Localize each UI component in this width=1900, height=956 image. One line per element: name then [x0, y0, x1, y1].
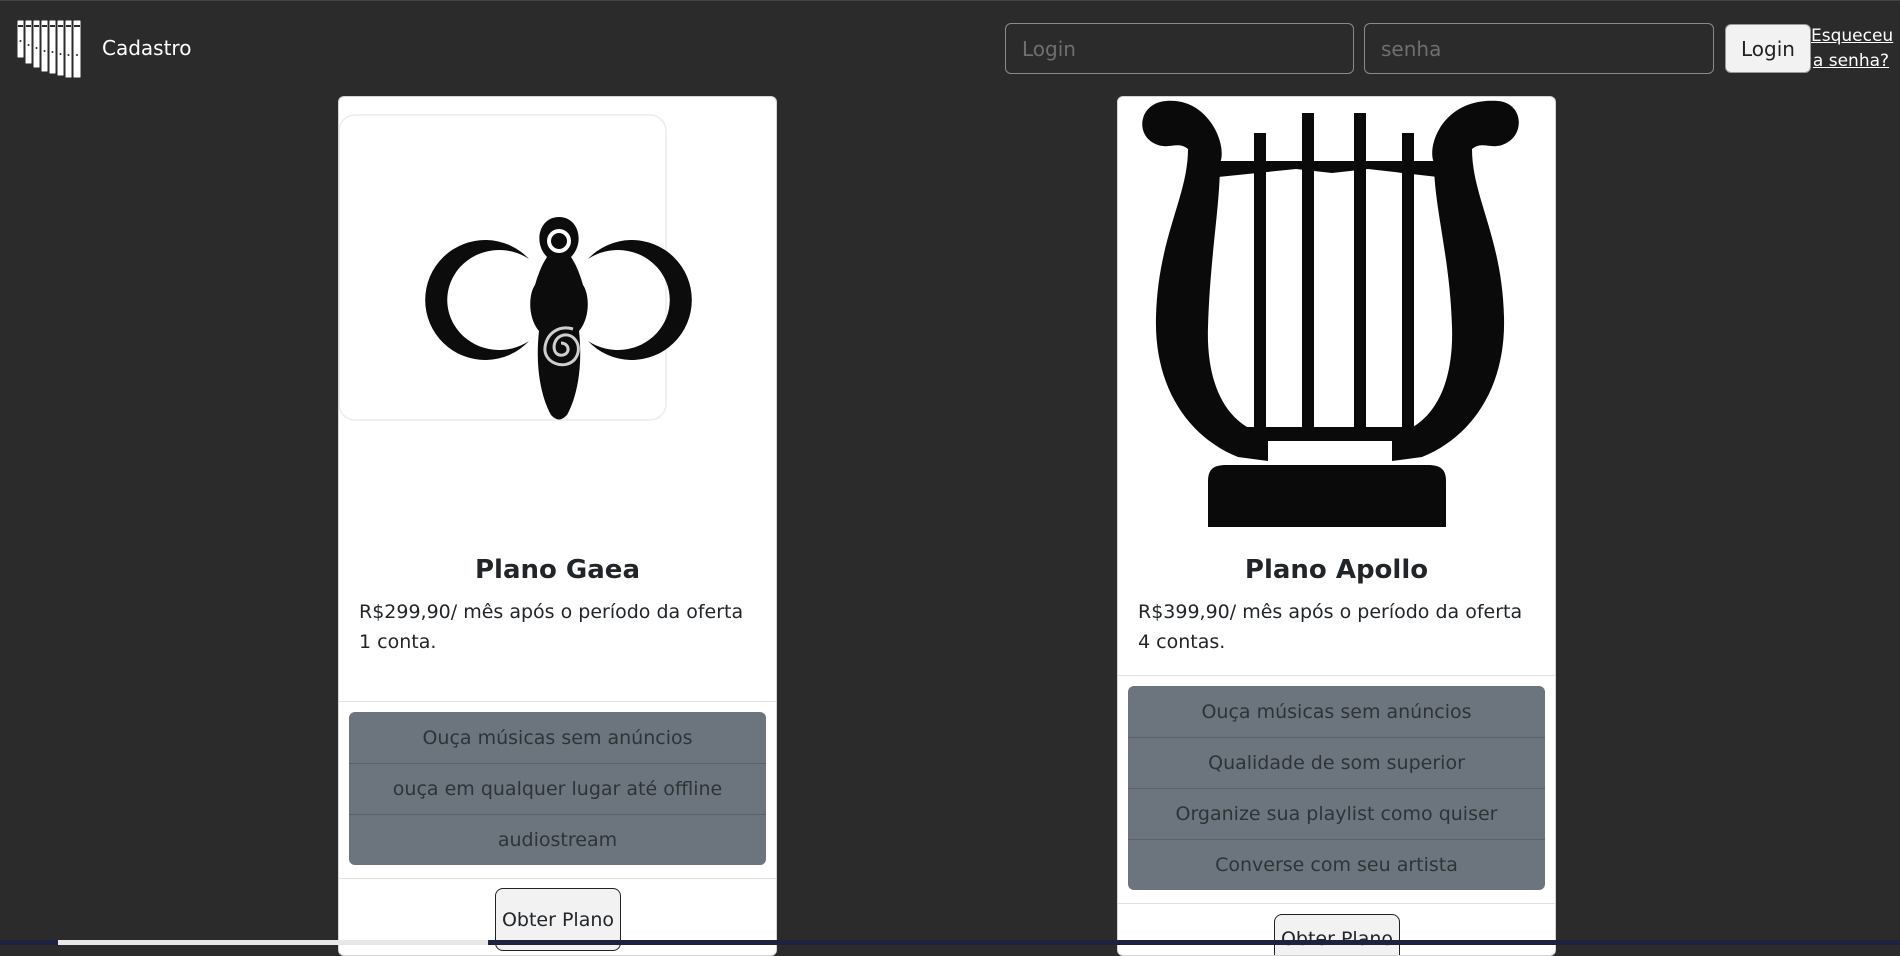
plan-card-gaea: Plano Gaea R$299,90/ mês após o período … [338, 96, 777, 956]
feature-item: Qualidade de som superior [1128, 737, 1545, 788]
login-input[interactable] [1005, 23, 1354, 74]
feature-item: Ouça músicas sem anúncios [1201, 700, 1472, 723]
card-divider [1118, 903, 1555, 904]
obter-plano-button-apollo[interactable]: Obter Plano [1274, 914, 1400, 955]
card-divider [339, 878, 776, 879]
feature-list: Ouça músicas sem anúncios Qualidade de s… [1128, 686, 1545, 890]
feature-item: audiostream [349, 814, 766, 865]
brand-link-cadastro[interactable]: Cadastro [102, 36, 191, 60]
feature-list: Ouça músicas sem anúncios ouça em qualqu… [349, 712, 766, 865]
card-divider [1118, 675, 1555, 676]
navbar: Cadastro Login Esqueceu a senha? [0, 0, 1900, 96]
feature-item: Converse com seu artista [1128, 839, 1545, 890]
plan-title: Plano Gaea [474, 555, 640, 585]
goddess-moon-icon [339, 114, 692, 421]
kalimba-logo-icon[interactable] [16, 19, 84, 79]
feature-item: Organize sua playlist como quiser [1128, 788, 1545, 839]
plan-description: R$299,90/ mês após o período da oferta 1… [359, 601, 744, 653]
taskbar-strip [0, 940, 1900, 945]
plan-title: Plano Apollo [1244, 555, 1429, 585]
feature-item: Ouça músicas sem anúncios [422, 726, 693, 749]
forgot-password-link[interactable]: Esqueceu a senha? [1811, 24, 1894, 74]
password-input[interactable] [1364, 23, 1714, 74]
forgot-password-line1: Esqueceu [1811, 26, 1894, 46]
feature-item: ouça em qualquer lugar até offline [349, 763, 766, 814]
plan-description: R$399,90/ mês após o período da oferta 4… [1138, 601, 1523, 653]
login-button[interactable]: Login [1725, 24, 1811, 73]
plan-card-apollo: Plano Apollo R$399,90/ mês após o períod… [1117, 96, 1556, 956]
lyre-icon [1142, 100, 1519, 527]
card-divider [339, 701, 776, 702]
forgot-password-line2: a senha? [1812, 51, 1890, 71]
